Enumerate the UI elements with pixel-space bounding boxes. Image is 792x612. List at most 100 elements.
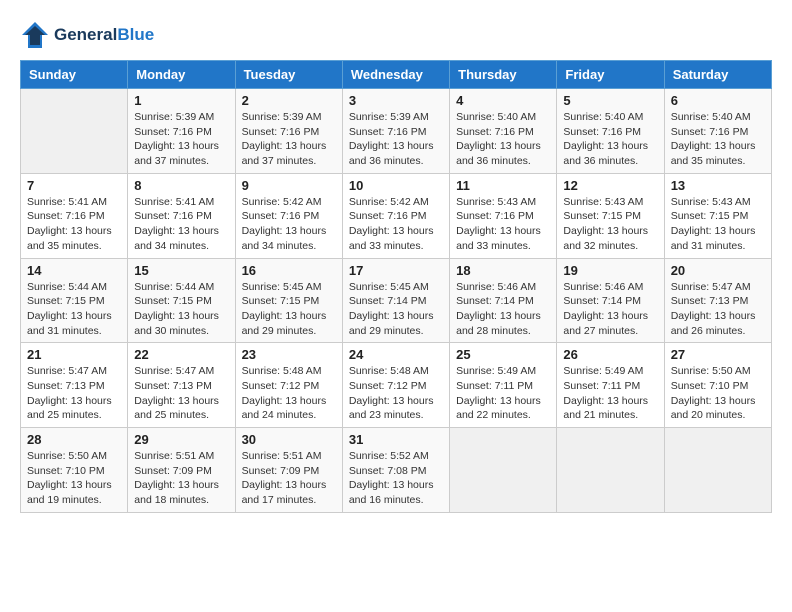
cell-text-line: Sunset: 7:08 PM xyxy=(349,464,443,479)
cell-text-line: Daylight: 13 hours xyxy=(349,309,443,324)
calendar-cell: 15Sunrise: 5:44 AMSunset: 7:15 PMDayligh… xyxy=(128,258,235,343)
week-row-5: 28 Sunrise: 5:50 AMSunset: 7:10 PMDayligh… xyxy=(21,428,772,513)
calendar-cell: 16Sunrise: 5:45 AMSunset: 7:15 PMDayligh… xyxy=(235,258,342,343)
cell-text-line: Sunrise: 5:46 AM xyxy=(563,280,657,295)
cell-text-line: Sunset: 7:14 PM xyxy=(563,294,657,309)
day-number: 25 xyxy=(456,347,550,362)
calendar-cell: 29Sunrise: 5:51 AMSunset: 7:09 PMDayligh… xyxy=(128,428,235,513)
calendar-cell: 28 Sunrise: 5:50 AMSunset: 7:10 PMDayligh… xyxy=(21,428,128,513)
calendar-cell: 2Sunrise: 5:39 AMSunset: 7:16 PMDaylight… xyxy=(235,89,342,174)
weekday-header-wednesday: Wednesday xyxy=(342,61,449,89)
cell-text-line: and 36 minutes. xyxy=(456,154,550,169)
cell-text-line: and 16 minutes. xyxy=(349,493,443,508)
cell-text-line: Sunrise: 5:47 AM xyxy=(27,364,121,379)
cell-text-line: Sunrise: 5:39 AM xyxy=(242,110,336,125)
cell-text-line: Sunrise: 5:47 AM xyxy=(671,280,765,295)
cell-text-line: and 34 minutes. xyxy=(134,239,228,254)
day-number: 20 xyxy=(671,263,765,278)
cell-text-line: Sunrise: 5:48 AM xyxy=(242,364,336,379)
cell-text-line: and 30 minutes. xyxy=(134,324,228,339)
day-number: 15 xyxy=(134,263,228,278)
week-row-4: 21 Sunrise: 5:47 AMSunset: 7:13 PM Dayligh… xyxy=(21,343,772,428)
cell-text-line: Sunset: 7:16 PM xyxy=(456,209,550,224)
cell-text-line: Sunrise: 5:51 AM xyxy=(242,449,336,464)
calendar-cell: 24Sunrise: 5:48 AMSunset: 7:12 PMDayligh… xyxy=(342,343,449,428)
day-number: 13 xyxy=(671,178,765,193)
calendar-cell: 19Sunrise: 5:46 AMSunset: 7:14 PMDayligh… xyxy=(557,258,664,343)
cell-text-line: Sunset: 7:16 PM xyxy=(671,125,765,140)
calendar-table: SundayMondayTuesdayWednesdayThursdayFrid… xyxy=(20,60,772,513)
weekday-header-row: SundayMondayTuesdayWednesdayThursdayFrid… xyxy=(21,61,772,89)
cell-text-line: and 18 minutes. xyxy=(134,493,228,508)
day-number: 24 xyxy=(349,347,443,362)
cell-text-line: Daylight: 13 hours xyxy=(134,139,228,154)
cell-text-line: Daylight: 13 hours xyxy=(134,394,228,409)
calendar-cell: 4Sunrise: 5:40 AMSunset: 7:16 PMDaylight… xyxy=(450,89,557,174)
cell-text-line: and 28 minutes. xyxy=(456,324,550,339)
day-number: 23 xyxy=(242,347,336,362)
cell-text-line: Daylight: 13 hours xyxy=(134,224,228,239)
cell-text-line: Sunset: 7:14 PM xyxy=(349,294,443,309)
cell-text-line: Sunrise: 5:40 AM xyxy=(563,110,657,125)
cell-text-line: Sunset: 7:12 PM xyxy=(349,379,443,394)
cell-text-line: Sunset: 7:13 PM xyxy=(671,294,765,309)
cell-text-line: Sunset: 7:13 PM xyxy=(27,379,121,394)
day-number: 28 xyxy=(27,432,121,447)
cell-text-line: Sunset: 7:09 PM xyxy=(134,464,228,479)
cell-text-line: Sunset: 7:16 PM xyxy=(134,125,228,140)
day-number: 26 xyxy=(563,347,657,362)
cell-text-line: and 21 minutes. xyxy=(563,408,657,423)
calendar-cell: 30Sunrise: 5:51 AMSunset: 7:09 PMDayligh… xyxy=(235,428,342,513)
cell-text-line: Sunrise: 5:50 AM xyxy=(27,449,121,464)
cell-text-line: Daylight: 13 hours xyxy=(349,224,443,239)
day-number: 7 xyxy=(27,178,121,193)
calendar-cell: 7Sunrise: 5:41 AMSunset: 7:16 PMDaylight… xyxy=(21,173,128,258)
cell-text-line: Sunrise: 5:40 AM xyxy=(671,110,765,125)
calendar-cell: 3 Sunrise: 5:39 AMSunset: 7:16 PMDaylight… xyxy=(342,89,449,174)
calendar-cell: 25Sunrise: 5:49 AMSunset: 7:11 PMDayligh… xyxy=(450,343,557,428)
day-number: 3 xyxy=(349,93,443,108)
cell-text-line: Sunset: 7:16 PM xyxy=(456,125,550,140)
day-number: 27 xyxy=(671,347,765,362)
page-header: GeneralBlue xyxy=(20,20,772,50)
calendar-cell xyxy=(557,428,664,513)
day-number: 6 xyxy=(671,93,765,108)
day-number: 22 xyxy=(134,347,228,362)
cell-text-line: Daylight: 13 hours xyxy=(242,394,336,409)
logo-icon xyxy=(20,20,50,50)
cell-text-line: Sunset: 7:16 PM xyxy=(563,125,657,140)
cell-text-line: Sunset: 7:15 PM xyxy=(27,294,121,309)
day-number: 29 xyxy=(134,432,228,447)
day-number: 31 xyxy=(349,432,443,447)
week-row-3: 14Sunrise: 5:44 AMSunset: 7:15 PMDayligh… xyxy=(21,258,772,343)
cell-text-line: Sunset: 7:16 PM xyxy=(349,125,443,140)
cell-text-line: Daylight: 13 hours xyxy=(349,394,443,409)
cell-text-line: and 22 minutes. xyxy=(456,408,550,423)
cell-text-line: Sunrise: 5:52 AM xyxy=(349,449,443,464)
cell-text-line: Sunset: 7:10 PM xyxy=(27,464,121,479)
cell-text-line: Daylight: 13 hours xyxy=(349,139,443,154)
cell-text-line: Sunset: 7:09 PM xyxy=(242,464,336,479)
calendar-cell: 5Sunrise: 5:40 AMSunset: 7:16 PMDaylight… xyxy=(557,89,664,174)
day-number: 5 xyxy=(563,93,657,108)
cell-text-line: Daylight: 13 hours xyxy=(27,309,121,324)
cell-text-line: and 23 minutes. xyxy=(349,408,443,423)
cell-text-line: Daylight: 13 hours xyxy=(27,478,121,493)
cell-text-line: and 36 minutes. xyxy=(349,154,443,169)
cell-text-line: Daylight: 13 hours xyxy=(27,224,121,239)
calendar-cell: 22Sunrise: 5:47 AMSunset: 7:13 PMDayligh… xyxy=(128,343,235,428)
calendar-cell: 10Sunrise: 5:42 AMSunset: 7:16 PMDayligh… xyxy=(342,173,449,258)
day-number: 9 xyxy=(242,178,336,193)
calendar-cell: 26Sunrise: 5:49 AMSunset: 7:11 PMDayligh… xyxy=(557,343,664,428)
cell-text-line: Daylight: 13 hours xyxy=(671,139,765,154)
calendar-cell xyxy=(664,428,771,513)
cell-text-line: Sunrise: 5:39 AM xyxy=(349,110,443,125)
cell-text-line: Sunset: 7:16 PM xyxy=(349,209,443,224)
cell-text-line: and 29 minutes. xyxy=(242,324,336,339)
cell-text-line: Daylight: 13 hours xyxy=(563,224,657,239)
cell-text-line: Sunset: 7:11 PM xyxy=(456,379,550,394)
weekday-header-thursday: Thursday xyxy=(450,61,557,89)
day-number: 21 xyxy=(27,347,121,362)
cell-text-line: and 34 minutes. xyxy=(242,239,336,254)
cell-text-line: Daylight: 13 hours xyxy=(456,394,550,409)
